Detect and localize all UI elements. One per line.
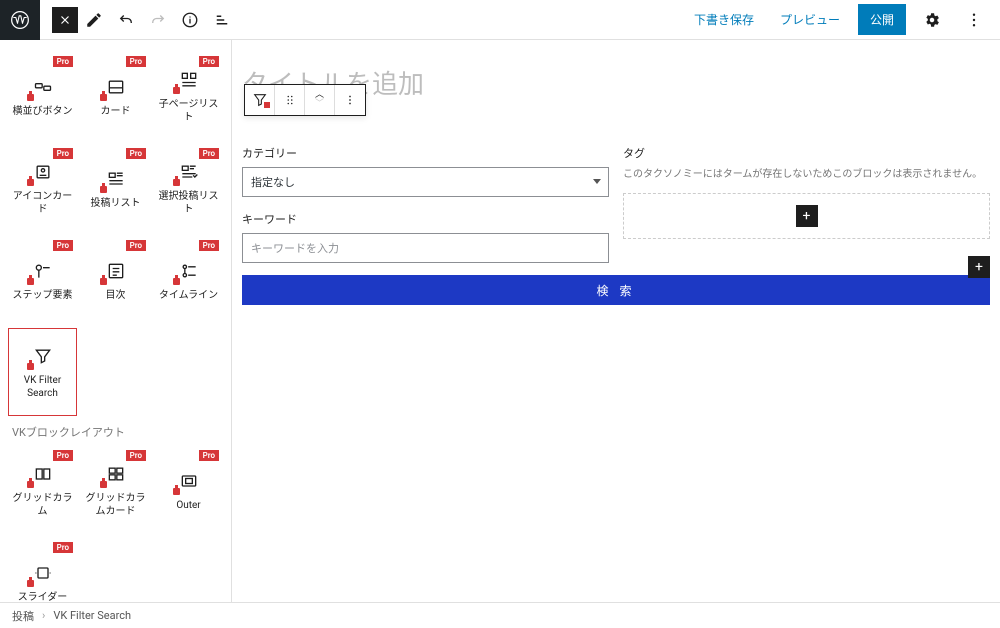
block-item-postlist[interactable]: Pro 投稿リスト	[81, 144, 150, 232]
block-breadcrumb: 投稿 › VK Filter Search	[0, 602, 1000, 628]
block-label: スライダー	[18, 591, 68, 603]
add-block-button[interactable]: +	[968, 256, 990, 278]
block-label: タイムライン	[159, 289, 218, 302]
move-arrows[interactable]: ︿﹀	[305, 85, 335, 115]
redo-icon	[142, 0, 174, 40]
editor-topbar: 下書き保存 プレビュー 公開	[0, 0, 1000, 40]
pro-badge: Pro	[53, 240, 73, 251]
block-item-card[interactable]: Pro カード	[81, 52, 150, 140]
filter-icon	[31, 344, 55, 368]
block-inserter-sidebar: Pro 横並びボタン Pro カード Pro 子ページリスト Pro アイコンカード Pro 投稿…	[0, 40, 232, 602]
block-more-icon[interactable]	[335, 85, 365, 115]
pro-badge: Pro	[53, 148, 73, 159]
undo-icon[interactable]	[110, 0, 142, 40]
block-label: グリッドカラム	[10, 492, 75, 518]
pro-badge: Pro	[126, 56, 146, 67]
vk-filter-search-block: カテゴリー 指定なし キーワード タグ このタクソノミーにはタームが存在しないた…	[242, 145, 990, 263]
block-item-gridcard[interactable]: Pro グリッドカラムカード	[81, 446, 150, 534]
tag-label: タグ	[623, 145, 990, 161]
block-item-gridcol[interactable]: Pro グリッドカラム	[8, 446, 77, 534]
info-icon[interactable]	[174, 0, 206, 40]
block-item-toc[interactable]: Pro 目次	[81, 236, 150, 324]
outline-icon[interactable]	[206, 0, 238, 40]
block-label: ステップ要素	[13, 289, 73, 302]
block-label: 選択投稿リスト	[156, 190, 221, 216]
pro-badge: Pro	[53, 542, 73, 553]
gridcard-icon	[104, 462, 128, 486]
block-label: 横並びボタン	[13, 105, 73, 118]
step-icon	[31, 259, 55, 283]
childlist-icon	[177, 68, 201, 92]
block-appender[interactable]: +	[623, 193, 990, 239]
breadcrumb-root[interactable]: 投稿	[12, 608, 34, 624]
block-label: 目次	[106, 289, 126, 302]
tag-column: タグ このタクソノミーにはタームが存在しないためこのブロックは表示されません。 …	[623, 145, 990, 263]
pro-badge: Pro	[199, 240, 219, 251]
keyword-input[interactable]	[242, 233, 609, 263]
block-item-iconcard[interactable]: Pro アイコンカード	[8, 144, 77, 232]
block-grid-2: Pro グリッドカラム Pro グリッドカラムカード Pro Outer Pro スライダー	[8, 446, 223, 602]
block-label: VK Filter Search	[11, 374, 74, 400]
keyword-label: キーワード	[242, 211, 609, 227]
block-item-timeline[interactable]: Pro タイムライン	[154, 236, 223, 324]
block-label: 子ページリスト	[156, 98, 221, 124]
timeline-icon	[177, 259, 201, 283]
block-toolbar: ︿﹀	[244, 84, 366, 116]
pro-badge: Pro	[53, 56, 73, 67]
block-item-outer[interactable]: Pro Outer	[154, 446, 223, 534]
drag-handle-icon[interactable]	[275, 85, 305, 115]
buttons-icon	[31, 75, 55, 99]
block-item-selectpost[interactable]: Pro 選択投稿リスト	[154, 144, 223, 232]
publish-button[interactable]: 公開	[858, 4, 906, 35]
block-label: カード	[101, 105, 131, 118]
editor-body: Pro 横並びボタン Pro カード Pro 子ページリスト Pro アイコンカード Pro 投稿…	[0, 40, 1000, 602]
topbar-right: 下書き保存 プレビュー 公開	[686, 0, 1000, 40]
postlist-icon	[104, 167, 128, 191]
card-icon	[104, 75, 128, 99]
pro-badge: Pro	[199, 56, 219, 67]
search-button[interactable]: 検 索	[242, 275, 990, 305]
pro-badge: Pro	[126, 240, 146, 251]
settings-gear-icon[interactable]	[916, 0, 948, 40]
section-label-layout: VKブロックレイアウト	[8, 416, 223, 446]
block-item-step[interactable]: Pro ステップ要素	[8, 236, 77, 324]
pro-badge: Pro	[53, 450, 73, 461]
topbar-left	[0, 0, 238, 39]
block-label: 投稿リスト	[91, 197, 141, 210]
breadcrumb-current[interactable]: VK Filter Search	[53, 609, 131, 622]
gridcol-icon	[31, 462, 55, 486]
slider-icon	[31, 561, 55, 585]
pro-badge: Pro	[126, 148, 146, 159]
block-item-childlist[interactable]: Pro 子ページリスト	[154, 52, 223, 140]
edit-icon[interactable]	[78, 0, 110, 40]
block-item-slider[interactable]: Pro スライダー	[8, 538, 77, 602]
pro-badge: Pro	[199, 148, 219, 159]
pro-badge: Pro	[126, 450, 146, 461]
toc-icon	[104, 259, 128, 283]
block-grid-1: Pro 横並びボタン Pro カード Pro 子ページリスト Pro アイコンカード Pro 投稿…	[8, 52, 223, 416]
iconcard-icon	[31, 160, 55, 184]
chevron-right-icon: ›	[42, 609, 45, 622]
block-item-buttons[interactable]: Pro 横並びボタン	[8, 52, 77, 140]
wp-logo[interactable]	[0, 0, 40, 40]
more-menu-icon[interactable]	[958, 0, 990, 40]
save-draft-button[interactable]: 下書き保存	[686, 5, 762, 34]
block-item-filter[interactable]: VK Filter Search	[8, 328, 77, 416]
selectpost-icon	[177, 160, 201, 184]
plus-icon[interactable]: +	[796, 205, 818, 227]
pro-badge: Pro	[199, 450, 219, 461]
block-type-icon[interactable]	[245, 85, 275, 115]
category-column: カテゴリー 指定なし キーワード	[242, 145, 609, 263]
outer-icon	[177, 469, 201, 493]
block-label: グリッドカラムカード	[83, 492, 148, 518]
category-select[interactable]: 指定なし	[242, 167, 609, 197]
editor-canvas[interactable]: タイトルを追加 ︿﹀ カテゴリー	[232, 40, 1000, 602]
tag-empty-message: このタクソノミーにはタームが存在しないためこのブロックは表示されません。	[623, 167, 990, 183]
close-inserter-button[interactable]	[52, 7, 78, 33]
block-label: Outer	[176, 499, 200, 512]
preview-button[interactable]: プレビュー	[772, 5, 848, 34]
category-label: カテゴリー	[242, 145, 609, 161]
block-label: アイコンカード	[10, 190, 75, 216]
